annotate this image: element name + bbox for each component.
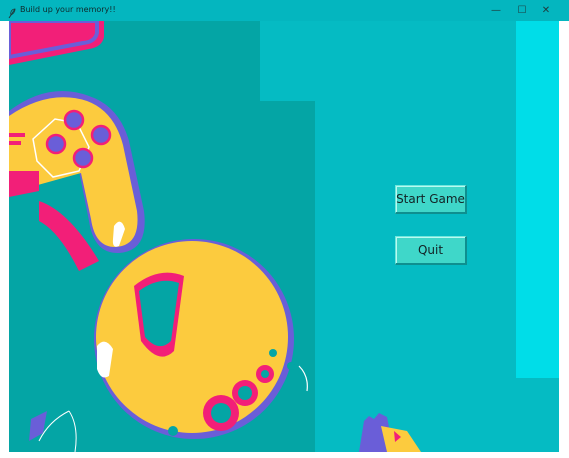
close-icon[interactable]: ✕ [533, 0, 559, 21]
quit-button[interactable]: Quit [395, 236, 467, 265]
start-game-button[interactable]: Start Game [395, 185, 467, 214]
cartridge-icon [359, 413, 421, 452]
title-bar: Build up your memory!! — ☐ ✕ [0, 0, 569, 21]
window-bottom-edge [0, 452, 569, 458]
game-menu-canvas: Start Game Quit [9, 21, 559, 452]
background-artwork [9, 21, 559, 452]
minimize-icon[interactable]: — [483, 0, 509, 21]
maximize-icon[interactable]: ☐ [509, 0, 535, 21]
window-title: Build up your memory!! [20, 5, 116, 14]
feather-icon [6, 4, 18, 19]
